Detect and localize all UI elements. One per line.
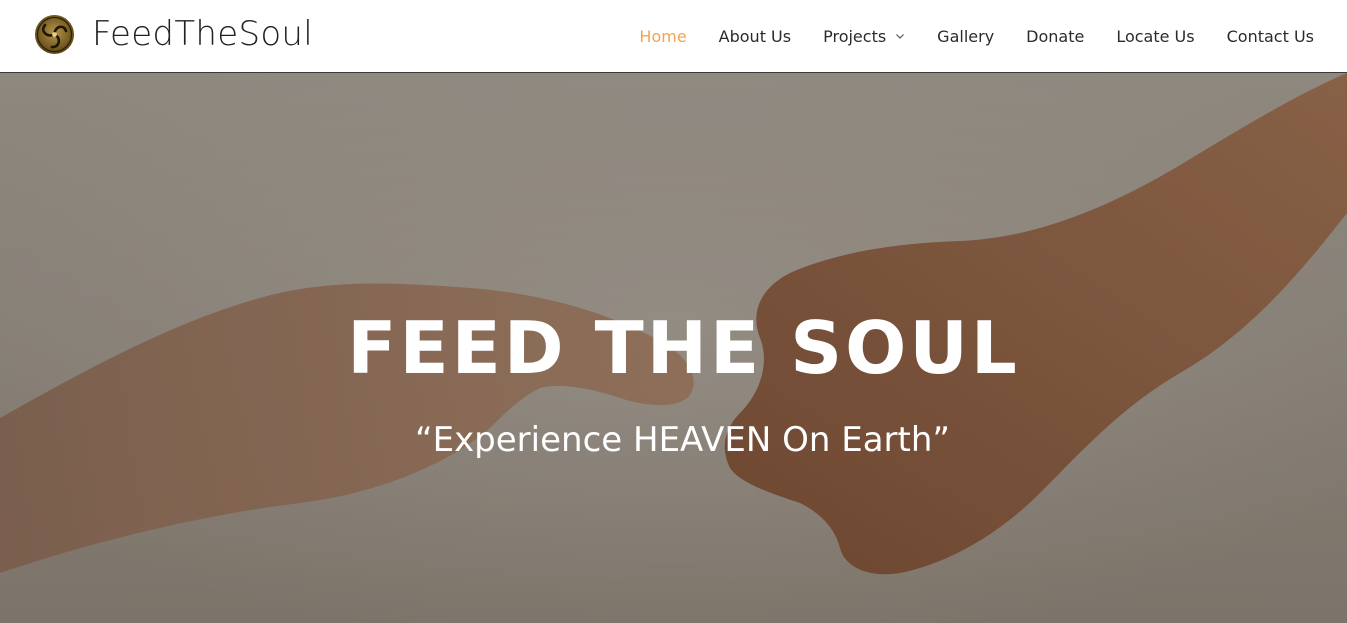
- spiral-logo-icon: [35, 15, 74, 54]
- nav-gallery[interactable]: Gallery: [937, 27, 994, 46]
- nav-about-us[interactable]: About Us: [719, 27, 791, 46]
- nav-locate-us[interactable]: Locate Us: [1116, 27, 1194, 46]
- chevron-down-icon: [896, 34, 905, 39]
- hero-section: FEED THE SOUL “Experience HEAVEN On Eart…: [0, 73, 1347, 623]
- hero-title: FEED THE SOUL: [347, 306, 1020, 390]
- nav-contact-us-label: Contact Us: [1226, 26, 1314, 46]
- nav-locate-us-label: Locate Us: [1116, 26, 1195, 46]
- nav-projects[interactable]: Projects: [823, 27, 905, 46]
- site-title: FeedTheSoul: [92, 14, 314, 54]
- main-nav: Home About Us Projects Gallery Donate Lo…: [639, 0, 1314, 72]
- nav-about-us-label: About Us: [718, 26, 792, 46]
- nav-home[interactable]: Home: [639, 27, 686, 46]
- site-header: FeedTheSoul Home About Us Projects Galle…: [0, 0, 1347, 73]
- nav-contact-us[interactable]: Contact Us: [1227, 27, 1314, 46]
- nav-projects-label: Projects: [823, 26, 887, 46]
- nav-home-label: Home: [639, 26, 687, 46]
- brand-link[interactable]: FeedTheSoul: [34, 14, 313, 55]
- nav-donate-label: Donate: [1026, 26, 1085, 46]
- nav-donate[interactable]: Donate: [1026, 27, 1084, 46]
- nav-gallery-label: Gallery: [937, 26, 995, 46]
- hero-subtitle: “Experience HEAVEN On Earth”: [414, 420, 951, 460]
